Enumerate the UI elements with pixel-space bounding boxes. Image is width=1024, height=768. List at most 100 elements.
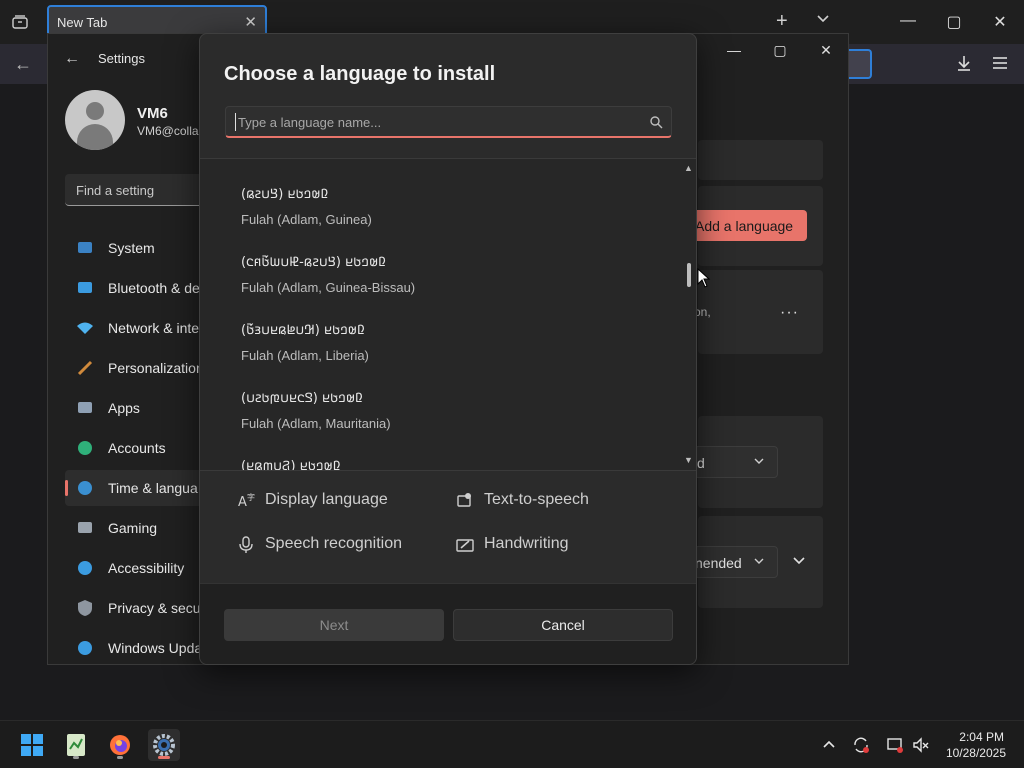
download-icon[interactable] [954,53,974,73]
browser-maximize-button[interactable]: ▢ [944,12,964,32]
sidebar-item-label: Windows Upda [108,640,203,656]
language-native-name: (𞤃𞤮𞤪𞤭𞤼𞤢𞤲𞤭) 𞤆𞤵𞤤𞤢𞤪 [241,391,363,406]
taskbar: 2:04 PM 10/28/2025 [0,720,1024,768]
dropdown-select[interactable]: nended [694,546,778,578]
sidebar-item-privacy-secu[interactable]: Privacy & secu [65,590,205,626]
dialog-footer: Next Cancel [200,583,696,664]
running-indicator [117,756,123,759]
scroll-up-icon[interactable]: ▲ [684,163,693,173]
browser-back-icon[interactable]: ← [14,54,32,75]
list-item[interactable]: (𞤃𞤮𞤪𞤭𞤼𞤢𞤲𞤭) 𞤆𞤵𞤤𞤢𞤪 Fulah (Adlam, Mauritania… [200,388,680,456]
dialog-title: Choose a language to install [224,63,496,85]
dropdown-select[interactable]: d [694,446,778,478]
sidebar-item-label: Bluetooth & de [108,280,200,296]
chevron-down-icon [753,453,765,469]
choose-language-dialog: Choose a language to install (𞤘𞤭𞤲𞤫) 𞤆𞤵𞤤𞤢… [199,33,697,665]
settings-back-icon[interactable]: ← [64,50,80,68]
settings-close-button[interactable]: ✕ [816,42,836,59]
list-item[interactable]: (𞤂𞤭𞤦𞤫𞤪𞤭𞤴𞤢𞥄) 𞤆𞤵𞤤𞤢𞤪 Fulah (Adlam, Liberia) [200,320,680,388]
chevron-down-icon [753,553,765,569]
tab-dropdown-icon[interactable] [816,11,830,27]
sidebar-item-label: Privacy & secu [108,600,201,616]
sidebar-item-network-inte[interactable]: Network & inte [65,310,205,346]
sidebar-item-accounts[interactable]: Accounts [65,430,205,466]
hamburger-menu-icon[interactable] [990,55,1010,71]
svg-text:字: 字 [247,492,255,502]
sync-status-icon[interactable] [852,736,870,754]
sidebar-item-accessibility[interactable]: Accessibility [65,550,205,586]
tab-close-icon[interactable]: ✕ [244,13,257,31]
mouse-cursor-icon [697,267,711,290]
settings-minimize-button[interactable]: — [724,42,744,58]
wifi-icon [76,319,94,337]
settings-card [698,140,823,180]
tab-title: New Tab [57,15,108,30]
svg-text:A: A [238,495,247,510]
sidebar-item-bluetooth-de[interactable]: Bluetooth & de [65,270,205,306]
show-hidden-icons-chevron-icon[interactable] [820,736,838,754]
display-language-icon: A字 [237,492,255,510]
next-button[interactable]: Next [224,609,444,641]
language-list[interactable]: (𞤘𞤭𞤲𞤫) 𞤆𞤵𞤤𞤢𞤪 Fulah (Adlam, Guinea) (𞤘𞤭𞤲𞤫-𞤄… [200,158,696,471]
active-indicator [158,756,170,759]
volume-muted-icon[interactable] [912,736,930,754]
language-native-name: (𞤐𞤭𞤶𞤫𞤪) 𞤆𞤵𞤤𞤢𞤪 [241,459,341,471]
user-name: VM6 [137,105,168,122]
language-card[interactable] [698,270,823,354]
sidebar-item-system[interactable]: System [65,230,205,266]
cancel-button[interactable]: Cancel [453,609,673,641]
address-bar[interactable] [848,49,872,79]
brush-icon [76,359,94,377]
bluetooth-icon [76,279,94,297]
sidebar-item-label: Apps [108,400,140,416]
taskbar-app-notepad[interactable] [60,729,92,761]
monitor-icon [76,239,94,257]
scrollbar-thumb[interactable] [687,263,691,287]
sidebar-item-windows-upda[interactable]: Windows Upda [65,630,205,666]
sidebar-item-label: Accounts [108,440,166,456]
user-email: VM6@collal [137,124,199,138]
find-setting-placeholder: Find a setting [76,183,155,198]
settings-maximize-button[interactable]: ▢ [770,42,790,59]
network-icon[interactable] [886,736,904,754]
windows-start-icon [21,734,43,756]
new-tab-button[interactable]: + [776,11,788,31]
sidebar-item-label: System [108,240,155,256]
accessibility-icon [76,559,94,577]
browser-close-button[interactable]: ✕ [990,12,1010,32]
more-options-icon[interactable]: ··· [780,304,799,322]
avatar[interactable] [65,90,125,150]
taskbar-app-settings[interactable] [148,729,180,761]
list-item[interactable]: (𞤘𞤭𞤲𞤫) 𞤆𞤵𞤤𞤢𞤪 Fulah (Adlam, Guinea) [200,184,680,252]
language-search-box[interactable] [225,106,672,138]
sidebar-item-apps[interactable]: Apps [65,390,205,426]
sidebar-item-time-langua[interactable]: Time & langua [65,470,205,506]
apps-icon [76,399,94,417]
update-icon [76,639,94,657]
tab-list-icon[interactable] [8,10,32,34]
sidebar-item-gaming[interactable]: Gaming [65,510,205,546]
list-item[interactable]: (𞤐𞤭𞤶𞤫𞤪) 𞤆𞤵𞤤𞤢𞤪 [200,456,680,471]
sidebar-item-personalization[interactable]: Personalization [65,350,205,386]
clock-time[interactable]: 2:04 PM [958,730,1004,744]
add-language-button[interactable]: Add a language [692,210,807,241]
language-native-name: (𞤂𞤭𞤦𞤫𞤪𞤭𞤴𞤢𞥄) 𞤆𞤵𞤤𞤢𞤪 [241,323,365,338]
scroll-down-icon[interactable]: ▼ [684,455,693,465]
language-search-input[interactable] [235,113,635,131]
settings-title: Settings [98,51,145,66]
find-setting-input[interactable]: Find a setting [65,174,205,206]
expand-chevron-icon[interactable] [792,554,806,572]
sidebar-item-label: Personalization [108,360,204,376]
browser-minimize-button[interactable]: — [898,12,918,30]
taskbar-app-firefox[interactable] [104,729,136,761]
list-item[interactable]: (𞤘𞤭𞤲𞤫-𞤄𞤭𞤧𞤢𞥄𞤱𞤮) 𞤆𞤵𞤤𞤢𞤪 Fulah (Adlam, Guinea… [200,252,680,320]
sidebar-item-label: Time & langua [108,480,198,496]
start-button[interactable] [16,729,48,761]
search-icon[interactable] [649,115,663,129]
clock-date[interactable]: 10/28/2025 [940,746,1006,760]
sidebar-item-label: Network & inte [108,320,200,336]
language-english-name: Fulah (Adlam, Mauritania) [241,416,391,431]
language-english-name: Fulah (Adlam, Guinea-Bissau) [241,280,416,295]
language-native-name: (𞤘𞤭𞤲𞤫) 𞤆𞤵𞤤𞤢𞤪 [241,187,329,202]
shield-icon [76,599,94,617]
